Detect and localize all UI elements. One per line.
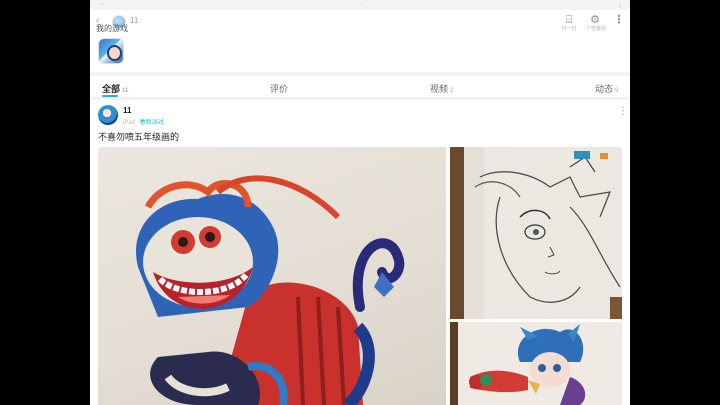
character-drawing-illustration bbox=[450, 322, 622, 405]
game-icon[interactable] bbox=[98, 38, 124, 64]
post-more-icon[interactable]: ⋮ bbox=[618, 106, 628, 117]
tab-all-count: 11 bbox=[122, 88, 129, 94]
post-image-character-drawing[interactable] bbox=[450, 322, 622, 405]
status-bar: ••• • ▮ bbox=[90, 0, 630, 10]
scan-button[interactable]: ⌸ 扫一扫 bbox=[560, 14, 578, 34]
content-tabs: 全部 11 评价 视频 2 动态 9 bbox=[90, 76, 630, 98]
post-badges: iPad 春新派对 bbox=[123, 117, 164, 126]
tab-moment-label: 动态 bbox=[595, 84, 614, 94]
post-image-lion-drawing[interactable] bbox=[98, 147, 446, 405]
status-right: ▮ bbox=[618, 2, 622, 9]
scan-caption: 扫一扫 bbox=[561, 26, 577, 32]
tab-video-label: 视频 bbox=[430, 84, 449, 94]
post-tag[interactable]: 春新派对 bbox=[140, 120, 164, 126]
tab-moment-count: 9 bbox=[615, 88, 619, 94]
sketch-drawing-illustration bbox=[450, 147, 622, 319]
tab-video[interactable]: 视频 2 bbox=[430, 82, 453, 95]
post-device: iPad bbox=[123, 120, 136, 126]
post-author-name[interactable]: 11 bbox=[123, 106, 131, 115]
app-screen: ••• • ▮ ‹ 11 我的游戏 ⌸ 扫一扫 ⚙ 个性装扮 ⋮ 全部 11 评价… bbox=[90, 0, 630, 405]
header-user-name: 11 bbox=[130, 16, 139, 25]
tab-video-count: 2 bbox=[450, 88, 454, 94]
more-button[interactable]: ⋮ bbox=[610, 14, 628, 34]
tab-all[interactable]: 全部 11 bbox=[102, 82, 129, 97]
scan-icon: ⌸ bbox=[565, 14, 573, 26]
my-games-label: 我的游戏 bbox=[96, 24, 128, 33]
settings-icon: ⚙ bbox=[590, 14, 600, 26]
tab-review-label: 评价 bbox=[270, 84, 289, 94]
post-author-avatar[interactable] bbox=[98, 105, 118, 125]
post-card[interactable]: 11 iPad 春新派对 ⋮ 不喜勿喷五年级画的 bbox=[90, 100, 630, 405]
lion-drawing-illustration bbox=[136, 175, 405, 405]
profile-header: ‹ 11 我的游戏 ⌸ 扫一扫 ⚙ 个性装扮 ⋮ bbox=[90, 10, 630, 72]
status-center: • bbox=[360, 2, 363, 8]
settings-caption: 个性装扮 bbox=[586, 26, 607, 32]
status-left: ••• bbox=[98, 2, 105, 8]
tab-all-label: 全部 bbox=[102, 84, 121, 94]
more-icon: ⋮ bbox=[613, 14, 625, 26]
post-title: 不喜勿喷五年级画的 bbox=[98, 132, 180, 142]
settings-button[interactable]: ⚙ 个性装扮 bbox=[586, 14, 607, 34]
post-image-sketch-drawing[interactable] bbox=[450, 147, 622, 319]
tab-moment[interactable]: 动态 9 bbox=[595, 82, 618, 95]
tab-review[interactable]: 评价 bbox=[270, 82, 288, 95]
